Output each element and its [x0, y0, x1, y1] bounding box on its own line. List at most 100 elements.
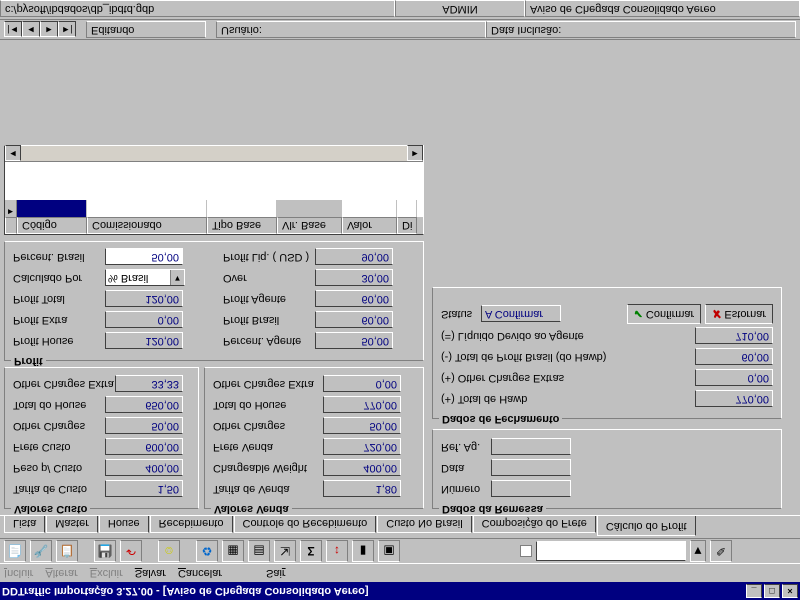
tab-recebimento[interactable]: Recebimento [150, 515, 233, 533]
val-other-custo: 50,00 [105, 418, 183, 435]
tab-custo-brasil[interactable]: Custo No Brasil [377, 515, 471, 533]
toolbar-dropdown-button[interactable]: ▼ [690, 540, 706, 562]
status-path: c:/pysoft/ibdados/db_ibdtd.gdb [0, 1, 395, 18]
tool-sigma[interactable]: Σ [300, 540, 322, 562]
menu-alterar: Alterar [45, 567, 77, 579]
lbl-chg-weight: Chargeable Weight [213, 462, 323, 474]
lbl-total-custo: Total do House [13, 399, 105, 411]
col-codigo[interactable]: Código [17, 217, 87, 234]
toolbar-input[interactable] [536, 541, 686, 561]
val-other-venda: 50,00 [323, 418, 401, 435]
scroll-right-icon[interactable]: ► [407, 145, 423, 161]
lbl-numero: Número [441, 483, 491, 495]
x-icon: ✘ [712, 308, 721, 321]
val-frete-custo: 600,00 [105, 439, 183, 456]
lbl-extra-custo: Other Charges Extra [13, 378, 115, 390]
lbl-ref-ag: Ref. Ag. [441, 441, 491, 453]
chevron-down-icon[interactable]: ▼ [170, 271, 184, 286]
lbl-profit-extra: Profit Extra [13, 314, 105, 326]
nav-first-icon[interactable]: |◄ [4, 22, 22, 38]
lbl-tarifa-venda: Tarifa de Venda [213, 483, 323, 495]
val-status: A Confirmar [481, 306, 561, 323]
tab-master[interactable]: Master [46, 515, 98, 533]
group-fechamento: (+) Total de Hawb770,00 (+) Other Charge… [432, 287, 782, 419]
grid-hscroll[interactable]: ◄ ► [5, 146, 423, 162]
val-extra-venda: 0,00 [323, 376, 401, 393]
val-numero [491, 481, 571, 498]
val-tot-hawb: 770,00 [695, 391, 773, 408]
menu-salvar[interactable]: Salvar [135, 567, 166, 579]
lbl-other-custo: Other Charges [13, 420, 105, 432]
tool-chart[interactable]: ▮ [352, 540, 374, 562]
tab-lista[interactable]: Lista [4, 515, 45, 533]
menu-cancelar[interactable]: Cancelar [178, 567, 222, 579]
lbl-tarifa-custo: Tarifa de Custo [13, 483, 105, 495]
grid-comissionado[interactable]: Código Comissionado Tipo Base Vlr. Base … [4, 145, 424, 235]
lbl-profit-house: Profit House [13, 335, 105, 347]
col-comissionado[interactable]: Comissionado [87, 217, 207, 234]
val-chg-weight: 400,00 [323, 460, 401, 477]
menu-sair[interactable]: Sair [266, 567, 286, 579]
tab-composicao[interactable]: Composição do Frete [473, 515, 596, 533]
nav-last-icon[interactable]: ►| [58, 22, 76, 38]
scroll-left-icon[interactable]: ◄ [5, 145, 21, 161]
val-profit-brasil: 60,00 [315, 312, 393, 329]
tab-house[interactable]: House [99, 515, 149, 533]
tab-controle[interactable]: Controle do Recebimento [234, 515, 377, 533]
val-tarifa-venda: 1,80 [323, 481, 401, 498]
nav-prev-icon[interactable]: ◄ [22, 22, 40, 38]
row-pointer-icon: ▸ [5, 200, 17, 217]
val-data [491, 460, 571, 477]
tool-grid2[interactable]: ▤ [248, 540, 270, 562]
nav-next-icon[interactable]: ► [40, 22, 58, 38]
status-data-incl: Data Inclusão: [486, 21, 796, 38]
val-other-extras: 0,00 [695, 370, 773, 387]
status-edit: Editando [86, 21, 206, 38]
tool-1[interactable]: 📄 [4, 540, 26, 562]
app-title: DDTraffic Importação 3.27.00 - [Aviso de… [2, 585, 369, 597]
lbl-profit-total: Profit Total [13, 293, 105, 305]
toolbar: 📄 🔧 📋 💾 ↶ ☺ ♻ ▦ ▤ ⇲ Σ ↕ ▮ ▣ ▼ ✎ [0, 538, 800, 564]
toolbar-checkbox[interactable] [520, 545, 532, 557]
col-di[interactable]: Di [397, 217, 417, 234]
val-liquido: 710,00 [695, 328, 773, 345]
lbl-total-venda: Total do House [213, 399, 323, 411]
lbl-over: Over [223, 272, 315, 284]
lbl-extra-venda: Other Charges Extra [213, 378, 323, 390]
close-button[interactable]: × [782, 584, 798, 598]
minimize-button[interactable]: _ [746, 584, 762, 598]
save-icon[interactable]: 💾 [94, 540, 116, 562]
status-user: ADMIN [395, 1, 525, 18]
confirmar-button[interactable]: ✔Confirmar [627, 304, 702, 324]
toolbar-edit-icon[interactable]: ✎ [710, 540, 732, 562]
status-usuario: Usuário: [216, 21, 486, 38]
lbl-pct-agente: Percent. Agente [223, 335, 315, 347]
col-tipo-base[interactable]: Tipo Base [207, 217, 277, 234]
lbl-frete-custo: Frete Custo [13, 441, 105, 453]
val-pct-brasil[interactable]: 50,00 [105, 249, 183, 266]
tool-2[interactable]: 🔧 [30, 540, 52, 562]
val-total-custo: 650,00 [105, 397, 183, 414]
tool-export[interactable]: ⇲ [274, 540, 296, 562]
val-profit-liq: 90,00 [315, 249, 393, 266]
estornar-button[interactable]: ✘Estornar [705, 304, 773, 324]
tool-grid1[interactable]: ▦ [222, 540, 244, 562]
combo-calc-por[interactable]: % Brasil▼ [105, 270, 185, 287]
maximize-button[interactable]: □ [764, 584, 780, 598]
val-total-venda: 770,00 [323, 397, 401, 414]
tool-3[interactable]: 📋 [56, 540, 78, 562]
undo-icon[interactable]: ↶ [120, 540, 142, 562]
tool-smile[interactable]: ☺ [158, 540, 180, 562]
lbl-liquido: (=) Líquido Devido ao Agente [441, 330, 601, 342]
tool-last[interactable]: ▣ [378, 540, 400, 562]
lbl-calc-por: Calculado Por [13, 272, 105, 284]
val-ref-ag [491, 439, 571, 456]
col-valor[interactable]: Valor [342, 217, 397, 234]
val-profit-agente: 60,00 [315, 291, 393, 308]
lbl-status: Status [441, 308, 481, 320]
tool-sort[interactable]: ↕ [326, 540, 348, 562]
col-vlr-base[interactable]: Vlr. Base [277, 217, 342, 234]
tool-refresh[interactable]: ♻ [196, 540, 218, 562]
tab-calculo-profit[interactable]: Cálculo do Profit [597, 516, 696, 536]
lbl-other-extras: (+) Other Charges Extras [441, 372, 601, 384]
